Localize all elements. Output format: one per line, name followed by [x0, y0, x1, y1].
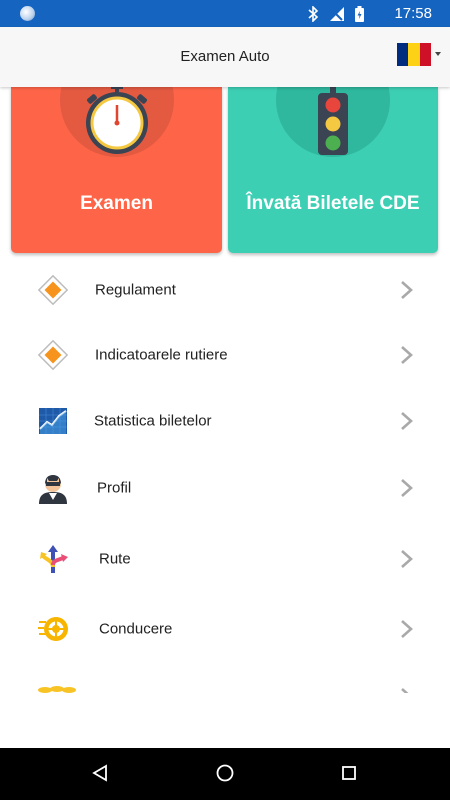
- menu-item-statistica[interactable]: Statistica biletelor: [0, 388, 450, 454]
- menu-item-label: Indicatoarele rutiere: [95, 346, 228, 364]
- menu-item-regulament[interactable]: Regulament: [0, 257, 450, 323]
- app-title: Examen Auto: [180, 48, 270, 65]
- menu-item-rute[interactable]: Rute: [0, 526, 450, 592]
- app-bar: Examen Auto: [0, 27, 450, 87]
- flag-stripe-yellow: [408, 43, 420, 66]
- stopwatch-icon: [86, 87, 148, 154]
- diamond-sign-icon: [37, 339, 69, 371]
- bluetooth-icon: [308, 5, 319, 22]
- notification-icon: [20, 6, 35, 21]
- menu-item-conducere[interactable]: Conducere: [0, 596, 450, 662]
- menu-item-label: Profil: [97, 479, 132, 497]
- chevron-right-icon: [401, 688, 409, 693]
- learn-card[interactable]: Învată Biletele CDE: [228, 87, 438, 253]
- menu-item-label: Rute: [99, 550, 131, 568]
- traffic-light-icon: [318, 87, 348, 155]
- exam-card-label: Examen: [80, 193, 153, 214]
- signal-off-icon: [330, 6, 344, 21]
- status-icons: [308, 5, 364, 22]
- home-icon[interactable]: [216, 764, 234, 782]
- navigation-bar: [0, 748, 450, 800]
- chevron-right-icon: [401, 620, 413, 638]
- chevron-right-icon: [401, 479, 413, 497]
- menu-item-label: Statistica biletelor: [94, 412, 212, 430]
- learn-card-label: Învată Biletele CDE: [246, 193, 420, 214]
- status-bar: 17:58: [0, 0, 450, 27]
- flag-stripe-blue: [397, 43, 409, 66]
- wheel-icon: [38, 617, 68, 641]
- language-flag-icon[interactable]: [397, 43, 431, 66]
- flag-stripe-red: [419, 43, 431, 66]
- chevron-right-icon: [401, 346, 413, 364]
- menu-item-partial[interactable]: [0, 682, 450, 693]
- route-arrows-icon: [40, 545, 68, 573]
- menu-item-indicatoare[interactable]: Indicatoarele rutiere: [0, 322, 450, 388]
- chart-icon: [39, 408, 67, 434]
- battery-icon: [355, 5, 364, 22]
- avatar-icon: [39, 475, 67, 504]
- diamond-sign-icon: [37, 274, 69, 306]
- menu-item-profil[interactable]: Profil: [0, 455, 450, 521]
- chevron-right-icon: [401, 412, 413, 430]
- back-icon[interactable]: [92, 764, 108, 782]
- clock: 17:58: [394, 5, 432, 22]
- recents-icon[interactable]: [341, 764, 357, 782]
- dropdown-caret-icon[interactable]: [435, 52, 441, 56]
- coins-icon: [38, 686, 76, 693]
- exam-card[interactable]: Examen: [11, 87, 222, 253]
- chevron-right-icon: [401, 550, 413, 568]
- menu-item-label: Regulament: [95, 281, 176, 299]
- chevron-right-icon: [401, 281, 413, 299]
- menu-item-label: Conducere: [99, 620, 173, 638]
